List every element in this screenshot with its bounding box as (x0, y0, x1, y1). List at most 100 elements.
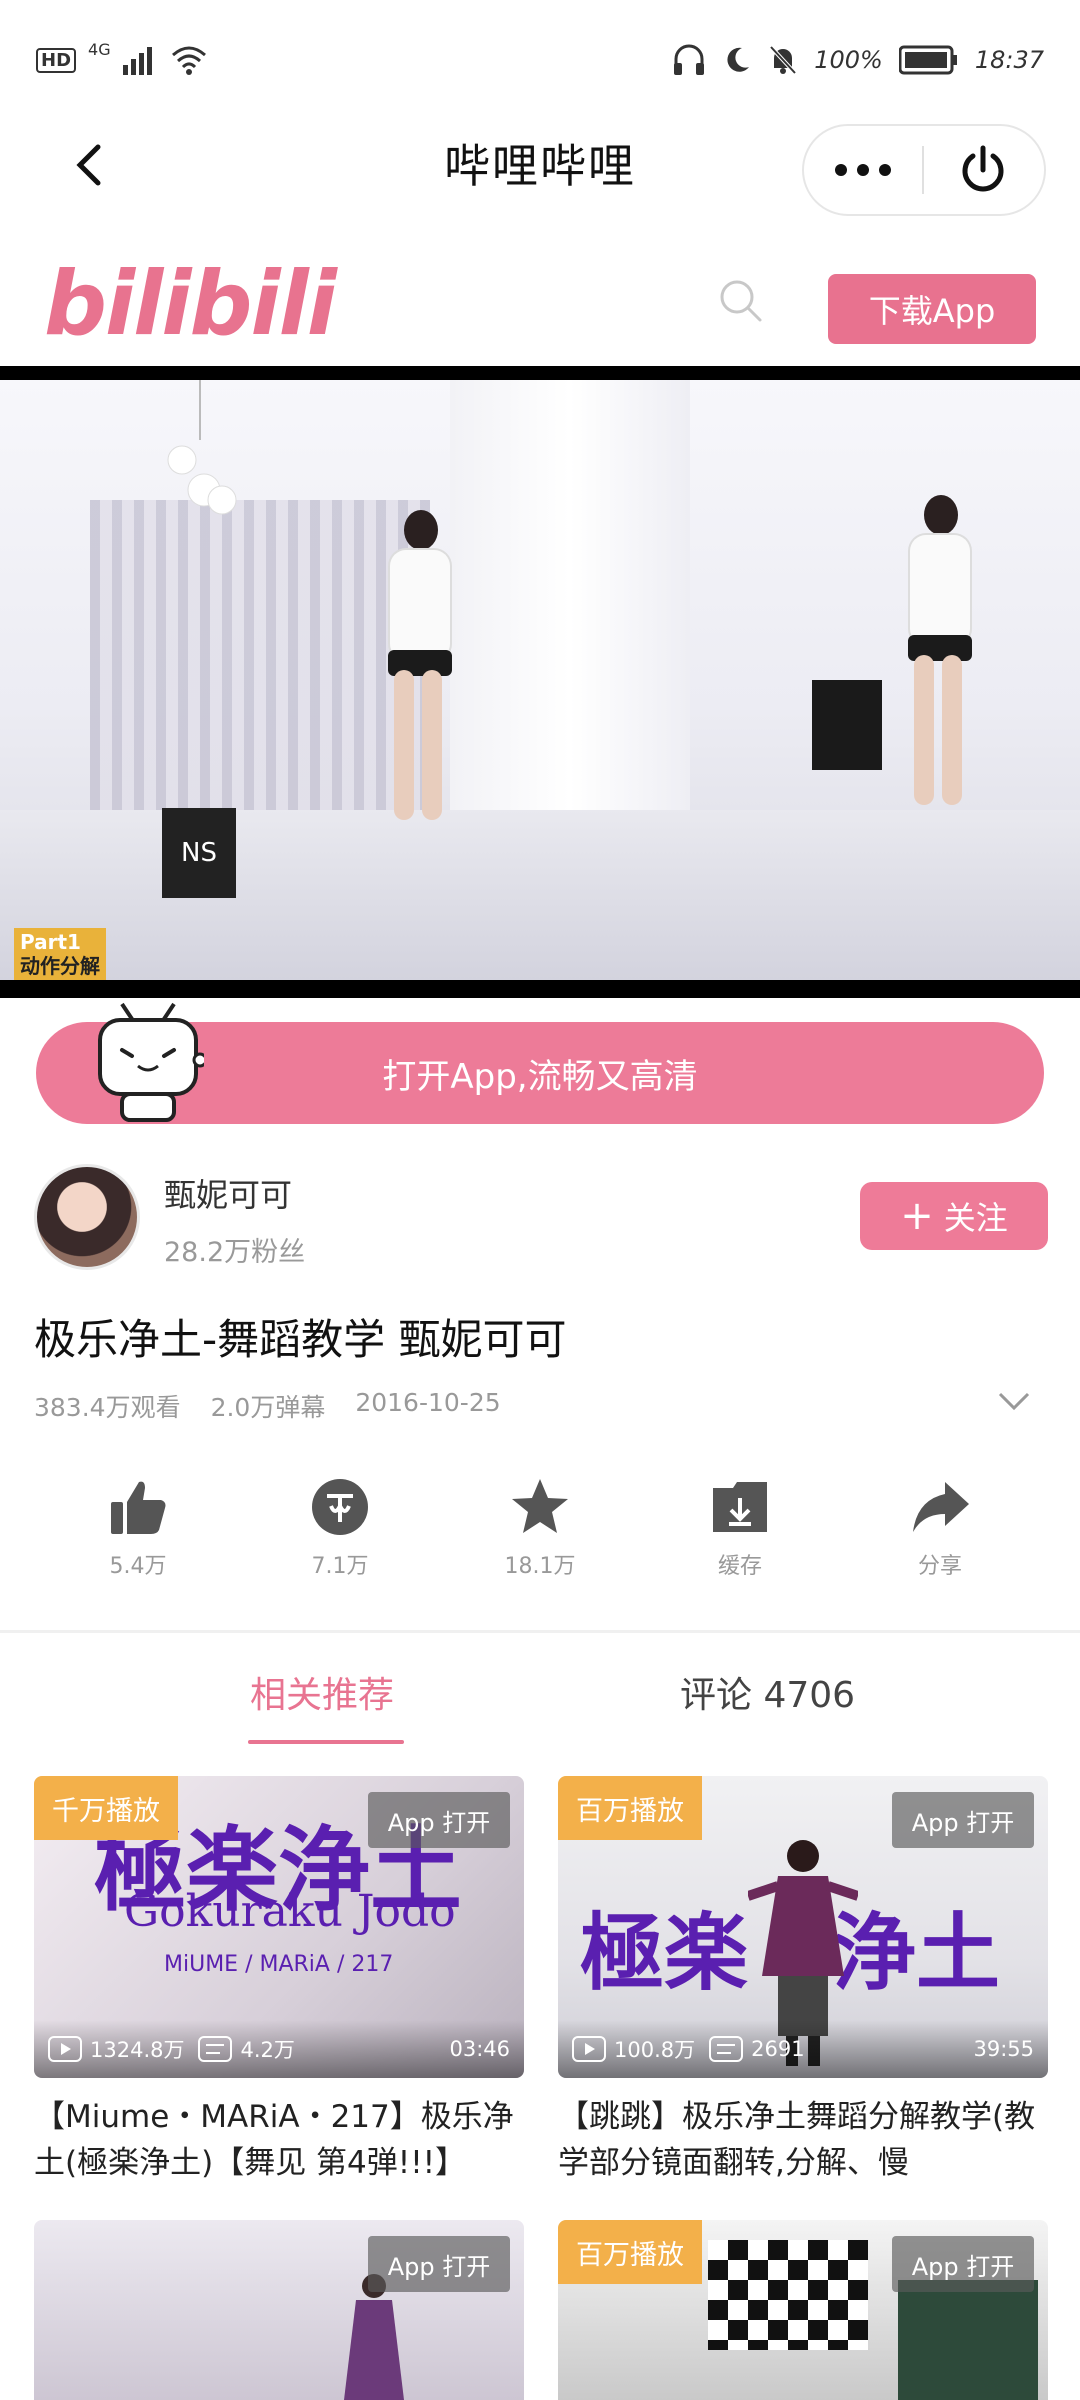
action-bar: 5.4万 7.1万 18.1万 缓存 分享 (0, 1476, 1080, 1596)
page-title: 哔哩哔哩 (444, 139, 636, 193)
related-video-card[interactable]: 百万播放 App 打开 (558, 2220, 1048, 2400)
tv-mascot-icon (92, 1000, 208, 1124)
app-open-button[interactable]: App 打开 (892, 1792, 1034, 1848)
card-title: 【Miume・MARiA・217】极乐净土(極楽浄土)【舞见 第4弹!!!】 (34, 2099, 514, 2181)
thumb-small-text: MiUME / MARiA / 217 (164, 1952, 394, 1977)
status-right: 100% 18:37 (672, 38, 1044, 82)
play-count: 1324.8万 (90, 2038, 185, 2062)
search-icon (720, 280, 762, 322)
tab-related[interactable]: 相关推荐 (250, 1666, 394, 1718)
thumbs-up-icon (111, 1481, 166, 1534)
related-video-card[interactable]: 極楽浄土 Gokuraku Jodo MiUME / MARiA / 217 千… (34, 1776, 524, 2186)
video-thumbnail: 百万播放 App 打开 (558, 2220, 1048, 2400)
related-video-card[interactable]: 極楽 浄土 百万播放 App 打开 100.8万 2691 39:55 【跳跳】… (558, 1776, 1048, 2186)
video-thumbnail: 極楽浄土 Gokuraku Jodo MiUME / MARiA / 217 千… (34, 1776, 524, 2078)
part-label: Part1 (20, 930, 81, 954)
danmaku-icon (709, 2036, 744, 2062)
related-video-card[interactable]: App 打开 (34, 2220, 524, 2400)
app-open-button[interactable]: App 打开 (368, 1792, 510, 1848)
search-button[interactable] (716, 276, 766, 326)
section-divider (0, 1630, 1080, 1633)
danmaku-count: 2.0万弹幕 (210, 1393, 326, 1422)
app-open-button[interactable]: App 打开 (892, 2236, 1034, 2292)
more-button[interactable] (804, 126, 922, 214)
view-count: 383.4万观看 (34, 1393, 181, 1422)
lamp-decor (167, 380, 237, 515)
video-meta: 383.4万观看 2.0万弹幕 2016-10-25 (34, 1388, 501, 1424)
cache-label: 缓存 (717, 1554, 762, 1579)
close-program-button[interactable] (924, 126, 1042, 214)
play-icon (572, 2036, 606, 2062)
favorite-count: 18.1万 (504, 1554, 576, 1579)
app-open-button[interactable]: App 打开 (368, 2236, 510, 2292)
follow-button[interactable]: + 关注 (860, 1182, 1048, 1250)
watermark-badge: NS (162, 808, 236, 898)
author-name[interactable]: 甄妮可可 (164, 1170, 292, 1216)
network-label: 4G (88, 40, 111, 59)
wifi-icon (171, 46, 206, 75)
battery-icon (898, 45, 957, 75)
back-button[interactable] (60, 135, 120, 195)
hd-badge: HD (36, 47, 77, 73)
share-icon (913, 1482, 969, 1532)
play-icon (48, 2036, 82, 2062)
thumb-stats: 1324.8万 4.2万 03:46 (34, 2020, 524, 2078)
play-tier-badge: 百万播放 (558, 1776, 702, 1840)
cache-button[interactable]: 缓存 (670, 1476, 810, 1580)
status-left: HD 4G (36, 40, 207, 80)
status-bar: HD 4G 100% 18:37 (0, 0, 1080, 120)
duration: 03:46 (449, 2037, 510, 2061)
video-thumbnail: App 打开 (34, 2220, 524, 2400)
play-tier-badge: 百万播放 (558, 2220, 702, 2284)
checkered-skirt-decor (708, 2240, 868, 2350)
video-frame: NS Part1 动作分解 (0, 380, 1080, 980)
author-fans: 28.2万粉丝 (164, 1237, 306, 1268)
battery-percent: 100% (814, 46, 883, 74)
publish-date: 2016-10-25 (355, 1388, 501, 1417)
part-sub-label: 动作分解 (20, 954, 100, 978)
author-avatar[interactable] (34, 1164, 140, 1270)
plus-icon: + (900, 1193, 934, 1239)
moon-icon (727, 47, 750, 72)
coin-count: 7.1万 (311, 1554, 369, 1579)
follow-label: 关注 (943, 1199, 1008, 1237)
video-player[interactable]: NS Part1 动作分解 (0, 366, 1080, 998)
tv-decor (812, 680, 882, 770)
video-thumbnail: 極楽 浄土 百万播放 App 打开 100.8万 2691 39:55 (558, 1776, 1048, 2078)
expand-button[interactable] (996, 1390, 1032, 1414)
tab-comments[interactable]: 评论 4706 (680, 1666, 855, 1718)
share-button[interactable]: 分享 (870, 1476, 1010, 1580)
video-title: 极乐净土-舞蹈教学 甄妮可可 (34, 1315, 567, 1364)
tab-indicator (248, 1740, 404, 1744)
power-icon (962, 145, 1004, 192)
watermark-text: NS (181, 838, 217, 868)
play-count: 100.8万 (614, 2038, 696, 2062)
like-button[interactable]: 5.4万 (68, 1476, 208, 1580)
coin-icon (312, 1479, 368, 1535)
danmaku-count: 2691 (751, 2037, 805, 2061)
signal-icon (122, 47, 152, 75)
star-icon (512, 1479, 568, 1533)
headphones-icon (674, 44, 705, 75)
more-dots-icon (835, 164, 891, 176)
coin-button[interactable]: 7.1万 (270, 1476, 410, 1580)
thumb-stats: 100.8万 2691 39:55 (558, 2020, 1048, 2078)
bilibili-logo[interactable]: bilibili (44, 252, 337, 355)
danmaku-icon (198, 2036, 233, 2062)
chalkboard-decor (898, 2280, 1038, 2400)
duration: 39:55 (973, 2037, 1034, 2061)
chevron-down-icon (998, 1392, 1030, 1411)
download-folder-icon (713, 1482, 767, 1532)
clock: 18:37 (974, 46, 1044, 74)
share-label: 分享 (917, 1554, 962, 1579)
mute-bell-icon (769, 45, 797, 75)
like-count: 5.4万 (109, 1554, 167, 1579)
part-badge: Part1 动作分解 (14, 928, 106, 980)
danmaku-count: 4.2万 (240, 2038, 295, 2062)
favorite-button[interactable]: 18.1万 (470, 1476, 610, 1580)
play-tier-badge: 千万播放 (34, 1776, 178, 1840)
download-app-button[interactable]: 下载App (828, 274, 1036, 344)
thumb-subtitle-text: Gokuraku Jodo (124, 1886, 456, 1937)
card-title: 【跳跳】极乐净土舞蹈分解教学(教学部分镜面翻转,分解、慢 (558, 2099, 1036, 2181)
mini-program-capsule (802, 124, 1046, 216)
